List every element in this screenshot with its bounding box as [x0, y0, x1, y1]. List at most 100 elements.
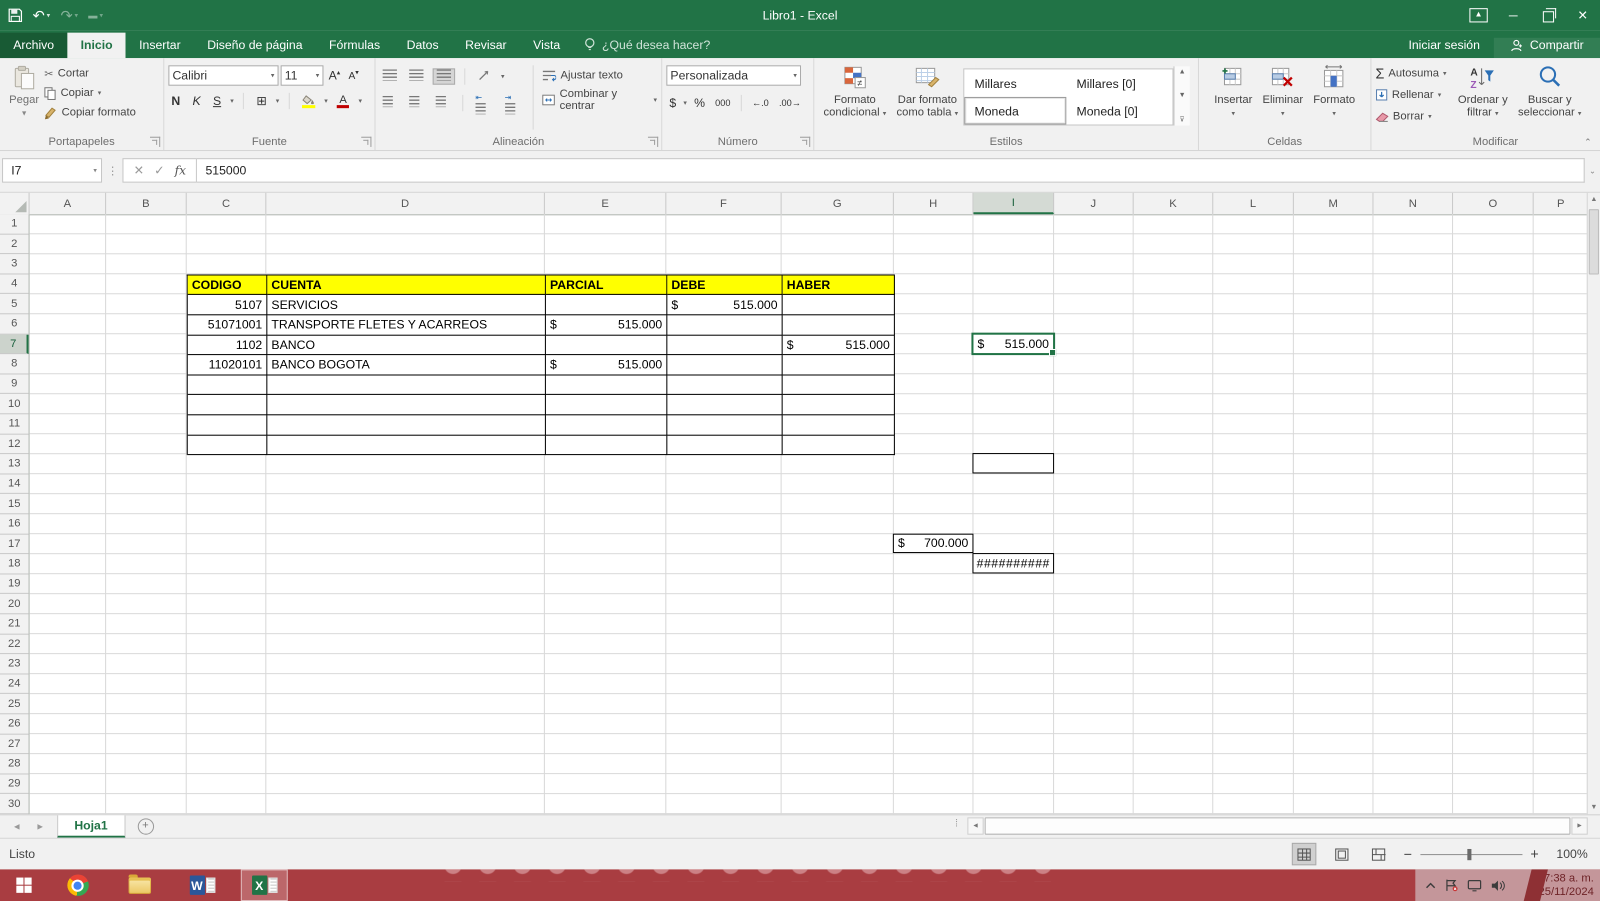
row-header-5[interactable]: 5 — [0, 294, 29, 314]
row-header-29[interactable]: 29 — [0, 774, 29, 794]
insert-cells-button[interactable]: Insertar▾ — [1209, 61, 1257, 123]
table-cell[interactable]: 51071001 — [188, 315, 268, 335]
column-header-I[interactable]: I — [973, 193, 1054, 214]
row-header-4[interactable]: 4 — [0, 274, 29, 294]
align-left-button[interactable] — [380, 96, 400, 110]
table-cell[interactable] — [667, 435, 782, 455]
table-cell[interactable] — [783, 315, 895, 335]
alignment-dialog-launcher[interactable] — [648, 137, 658, 147]
column-header-E[interactable]: E — [545, 193, 666, 214]
table-cell[interactable] — [546, 415, 667, 435]
row-header-12[interactable]: 12 — [0, 434, 29, 454]
orientation-button[interactable] — [474, 69, 494, 84]
row-header-10[interactable]: 10 — [0, 394, 29, 414]
accounting-format-button[interactable]: $ — [666, 96, 679, 110]
bold-button[interactable]: N — [168, 94, 183, 108]
row-header-20[interactable]: 20 — [0, 594, 29, 614]
table-cell[interactable]: BANCO BOGOTA — [267, 355, 546, 375]
table-cell[interactable] — [783, 415, 895, 435]
undo-button[interactable]: ↶▾ — [33, 7, 51, 24]
column-header-D[interactable]: D — [266, 193, 545, 214]
underline-button[interactable]: S — [210, 94, 224, 108]
taskbar-excel-button[interactable]: X — [241, 869, 288, 901]
zoom-slider-thumb[interactable] — [1467, 848, 1471, 859]
column-header-L[interactable]: L — [1213, 193, 1294, 214]
wrap-text-button[interactable]: Ajustar texto — [542, 67, 657, 83]
start-button[interactable] — [0, 869, 47, 901]
save-icon[interactable] — [8, 8, 22, 22]
tab-archivo[interactable]: Archivo — [0, 33, 67, 59]
style-moneda-0[interactable]: Moneda [0] — [1066, 97, 1172, 125]
table-header-codigo[interactable]: CODIGO — [188, 275, 268, 295]
vertical-scroll-thumb[interactable] — [1589, 209, 1599, 274]
tab-vista[interactable]: Vista — [520, 33, 574, 59]
align-center-button[interactable] — [406, 96, 426, 110]
table-cell[interactable] — [667, 335, 782, 355]
row-header-6[interactable]: 6 — [0, 314, 29, 334]
fill-button[interactable]: Rellenar▾ — [1376, 87, 1447, 103]
cell-I18[interactable]: ########## — [972, 553, 1054, 573]
horizontal-scrollbar[interactable]: ◄ ► — [967, 817, 1587, 834]
row-header-30[interactable]: 30 — [0, 794, 29, 814]
column-header-A[interactable]: A — [30, 193, 107, 214]
fill-color-button[interactable] — [299, 94, 318, 107]
row-header-2[interactable]: 2 — [0, 234, 29, 254]
row-header-15[interactable]: 15 — [0, 494, 29, 514]
scroll-left-arrow[interactable]: ◄ — [967, 817, 983, 834]
table-cell[interactable] — [667, 395, 782, 415]
tab-revisar[interactable]: Revisar — [452, 33, 520, 59]
tray-display-icon[interactable] — [1467, 879, 1481, 891]
table-cell[interactable] — [267, 435, 546, 455]
column-header-N[interactable]: N — [1373, 193, 1453, 214]
taskbar-explorer-button[interactable] — [116, 869, 163, 901]
table-cell[interactable]: SERVICIOS — [267, 295, 546, 315]
style-millares[interactable]: Millares — [964, 69, 1066, 97]
table-cell[interactable] — [546, 335, 667, 355]
sign-in-link[interactable]: Iniciar sesión — [1394, 38, 1494, 58]
gallery-up-button[interactable]: ▲ — [1179, 68, 1186, 75]
tray-flag-icon[interactable] — [1445, 879, 1458, 892]
collapse-ribbon-button[interactable]: ⌃ — [1584, 137, 1592, 148]
row-header-7[interactable]: 7 — [0, 334, 29, 354]
restore-button[interactable] — [1531, 0, 1566, 31]
taskbar-chrome-button[interactable] — [54, 869, 101, 901]
clipboard-dialog-launcher[interactable] — [150, 137, 160, 147]
tell-me-box[interactable]: ¿Qué desea hacer? — [573, 38, 720, 58]
row-header-28[interactable]: 28 — [0, 754, 29, 774]
increase-font-button[interactable]: A▴ — [326, 68, 344, 82]
table-cell[interactable]: 5107 — [188, 295, 268, 315]
align-bottom-button[interactable] — [433, 68, 455, 84]
align-middle-button[interactable] — [406, 69, 426, 83]
cell-H17[interactable]: $700.000 — [893, 533, 974, 553]
horizontal-scroll-thumb[interactable] — [985, 817, 1571, 834]
customize-qat-button[interactable]: ▬▾ — [88, 10, 103, 20]
table-cell[interactable] — [267, 395, 546, 415]
share-button[interactable]: Compartir — [1494, 38, 1600, 58]
table-cell[interactable] — [667, 415, 782, 435]
row-header-23[interactable]: 23 — [0, 654, 29, 674]
scroll-up-arrow[interactable]: ▲ — [1590, 193, 1597, 206]
table-cell[interactable] — [188, 395, 268, 415]
row-header-8[interactable]: 8 — [0, 354, 29, 374]
row-header-13[interactable]: 13 — [0, 454, 29, 474]
column-header-K[interactable]: K — [1134, 193, 1214, 214]
page-layout-view-button[interactable] — [1330, 844, 1352, 864]
fill-handle[interactable] — [1049, 349, 1056, 356]
vertical-scrollbar[interactable]: ▲ ▼ — [1587, 193, 1600, 814]
table-cell[interactable] — [188, 415, 268, 435]
table-cell[interactable] — [188, 375, 268, 395]
row-header-11[interactable]: 11 — [0, 414, 29, 434]
table-cell[interactable] — [546, 295, 667, 315]
row-header-14[interactable]: 14 — [0, 474, 29, 494]
row-header-16[interactable]: 16 — [0, 514, 29, 534]
style-moneda[interactable]: Moneda — [964, 97, 1066, 125]
table-cell[interactable] — [267, 415, 546, 435]
row-header-9[interactable]: 9 — [0, 374, 29, 394]
table-cell[interactable]: 11020101 — [188, 355, 268, 375]
tab-scroll-splitter[interactable]: ⁞ — [955, 818, 958, 829]
column-header-G[interactable]: G — [782, 193, 894, 214]
merge-center-button[interactable]: Combinar y centrar▾ — [542, 92, 657, 108]
row-header-19[interactable]: 19 — [0, 574, 29, 594]
row-header-17[interactable]: 17 — [0, 534, 29, 554]
table-cell[interactable]: $515.000 — [546, 315, 667, 335]
